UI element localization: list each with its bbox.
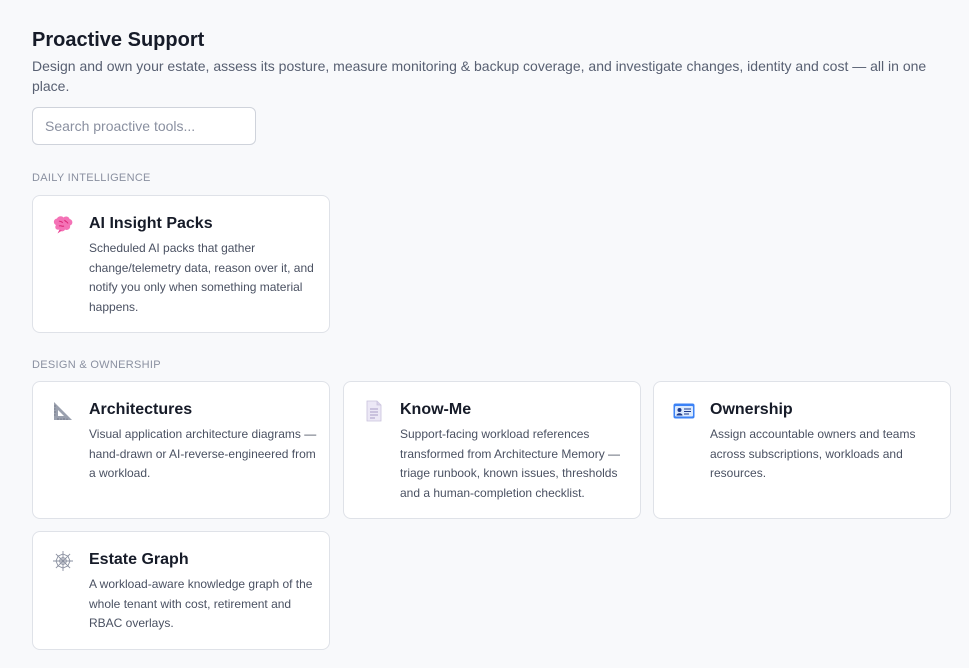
card-title: AI Insight Packs [89,215,213,232]
card-ai-insight-packs[interactable]: AI Insight Packs Scheduled AI packs that… [32,195,330,333]
card-description: Assign accountable owners and teams acro… [710,427,916,481]
card-title: Estate Graph [89,551,189,568]
search-input[interactable] [32,107,256,145]
section-label: DESIGN & OWNERSHIP [32,359,161,371]
section-label: DAILY INTELLIGENCE [32,172,151,184]
card-architectures[interactable]: Architectures Visual application archite… [32,381,330,519]
brain-icon [51,213,75,237]
card-ownership[interactable]: Ownership Assign accountable owners and … [653,381,951,519]
proactive-support-page: Proactive Support Design and own your es… [32,27,952,145]
triangle-ruler-icon [51,399,75,423]
card-description: Scheduled AI packs that gather change/te… [89,241,314,314]
card-title: Ownership [710,401,793,418]
page-title: Proactive Support [32,29,205,51]
card-title: Architectures [89,401,193,418]
card-title: Know-Me [400,401,472,418]
card-estate-graph[interactable]: Estate Graph A workload-aware knowledge … [32,531,330,650]
spider-web-icon [51,549,75,573]
id-card-icon [672,399,696,423]
card-description: A workload-aware knowledge graph of the … [89,577,313,631]
card-description: Visual application architecture diagrams… [89,427,317,481]
card-know-me[interactable]: Know-Me Support-facing workload referenc… [343,381,641,519]
page-subtitle: Design and own your estate, assess its p… [32,58,927,94]
card-description: Support-facing workload references trans… [400,427,621,500]
document-icon [362,399,386,423]
